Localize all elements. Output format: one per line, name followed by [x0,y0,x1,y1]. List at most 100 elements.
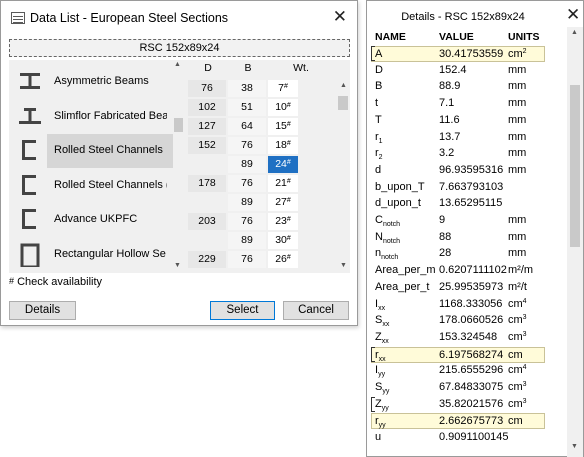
property-row[interactable]: D 152.4 mm [367,63,567,79]
category-item[interactable]: Rectangular Hollow Se [9,238,173,272]
cell-breadth[interactable]: 76 [228,213,266,230]
property-name: r2 [375,147,383,162]
cell-depth[interactable]: 76 [188,80,226,97]
property-row[interactable]: d_upon_t 13.65295115 [367,196,567,212]
details-scrollbar-thumb[interactable] [570,85,580,247]
close-icon[interactable]: ✕ [333,7,347,27]
property-row[interactable]: T 11.6 mm [367,113,567,129]
cell-depth[interactable] [188,232,226,249]
property-unit: cm3 [508,330,527,343]
property-row[interactable]: B 88.9 mm [367,79,567,95]
property-row[interactable]: Iyy 215.6555296 cm4 [367,363,567,379]
category-item[interactable]: Rolled Steel Channels [22,134,173,168]
cell-breadth[interactable]: 76 [228,175,266,192]
cell-breadth[interactable]: 38 [228,80,266,97]
cell-breadth[interactable]: 76 [228,137,266,154]
property-subscript: yy [378,371,386,379]
scroll-down-arrow-icon[interactable]: ▼ [174,262,181,269]
cell-weight[interactable]: 24# [268,156,298,173]
property-unit: mm [508,147,527,160]
property-row[interactable]: nnotch 28 mm [367,246,567,262]
property-row[interactable]: Zyy 35.82021576 cm3 [367,397,567,413]
property-value: 7.663793103 [439,180,504,193]
cell-depth[interactable]: 127 [188,118,226,135]
property-value: 178.0660526 [439,314,504,327]
category-item[interactable]: Slimflor Fabricated Bea [9,100,173,134]
cell-breadth[interactable]: 51 [228,99,266,116]
cell-weight[interactable]: 15# [268,118,298,135]
property-unit: cm3 [508,381,527,393]
cell-weight[interactable]: 26# [268,251,298,268]
property-name: Zyy [375,397,389,412]
property-row[interactable]: Cnotch 9 mm [367,213,567,229]
property-row[interactable]: Zxx 153.324548 cm3 [367,330,567,346]
cell-depth[interactable] [188,194,226,211]
property-row[interactable]: r2 3.2 mm [367,146,567,162]
category-item[interactable]: Rolled Steel Channels ( [9,169,173,203]
cell-weight[interactable]: 18# [268,137,298,154]
select-button[interactable]: Select [210,301,275,320]
header-value: VALUE [439,31,474,43]
category-scrollbar-thumb[interactable] [174,118,183,132]
category-item[interactable]: Asymmetric Beams [9,65,173,99]
scroll-down-arrow-icon[interactable]: ▼ [340,262,347,269]
cell-breadth[interactable]: 89 [228,232,266,249]
cancel-button[interactable]: Cancel [283,301,349,320]
cell-weight[interactable]: 10# [268,99,298,116]
cell-depth[interactable]: 178 [188,175,226,192]
selection-marker [371,346,375,362]
scroll-down-arrow-icon[interactable]: ▼ [571,443,578,450]
details-button[interactable]: Details [9,301,76,320]
property-row[interactable]: d 96.93595316 mm [367,163,567,179]
unit-exponent: 3 [522,314,527,322]
property-unit: cm2 [508,48,527,60]
property-name: nnotch [375,247,399,262]
table-scrollbar-thumb[interactable] [338,96,348,110]
cell-depth[interactable]: 102 [188,99,226,116]
availability-mark: # [286,121,291,128]
property-value: 11.6 [439,113,460,126]
property-row[interactable]: t 7.1 mm [367,96,567,112]
scroll-up-arrow-icon[interactable]: ▲ [571,29,578,36]
cell-depth[interactable]: 229 [188,251,226,268]
category-scrollbar[interactable]: ▲ ▼ [173,60,183,273]
availability-mark: # [286,178,291,185]
cell-depth[interactable] [188,156,226,173]
header-units: UNITS [508,31,540,43]
property-subscript: 2 [378,154,383,162]
cell-breadth[interactable]: 76 [228,251,266,268]
cell-weight[interactable]: 7# [268,80,298,97]
property-row[interactable]: Syy 67.84833075 cm3 [367,380,567,396]
cell-breadth[interactable]: 89 [228,156,266,173]
property-value: 96.93595316 [439,163,504,176]
column-header-d: D [204,62,212,74]
hollow-section-icon [18,241,42,268]
property-row[interactable]: ryy 2.662675773 cm [371,413,545,430]
cell-depth[interactable]: 152 [188,137,226,154]
property-row[interactable]: Area_per_m 0.6207111102 m²/m [367,263,567,279]
table-scrollbar[interactable]: ▲ ▼ [336,60,350,273]
cell-weight[interactable]: 27# [268,194,298,211]
scroll-up-arrow-icon[interactable]: ▲ [340,82,347,89]
cell-weight[interactable]: 23# [268,213,298,230]
cell-depth[interactable]: 203 [188,213,226,230]
scroll-up-arrow-icon[interactable]: ▲ [174,61,181,68]
property-row[interactable]: r1 13.7 mm [367,130,567,146]
property-row[interactable]: u 0.9091100145 [367,430,567,446]
cell-breadth[interactable]: 89 [228,194,266,211]
cell-weight[interactable]: 30# [268,232,298,249]
category-item[interactable]: Advance UKPFC [9,203,173,237]
property-name: T [375,113,382,126]
close-icon[interactable]: ✕ [566,5,580,25]
property-row[interactable]: Sxx 178.0660526 cm3 [367,313,567,329]
property-row[interactable]: Area_per_t 25.99535973 m²/t [367,280,567,296]
property-row[interactable]: A 30.41753559 cm2 [371,46,545,62]
cell-breadth[interactable]: 64 [228,118,266,135]
property-row[interactable]: Nnotch 88 mm [367,230,567,246]
property-row[interactable]: Ixx 1168.333056 cm4 [367,297,567,313]
cell-weight[interactable]: 21# [268,175,298,192]
i-beam-icon [18,68,42,94]
details-scrollbar[interactable]: ▲ ▼ [567,27,583,457]
property-row[interactable]: rxx 6.197568274 cm [371,346,545,363]
property-row[interactable]: b_upon_T 7.663793103 [367,180,567,196]
